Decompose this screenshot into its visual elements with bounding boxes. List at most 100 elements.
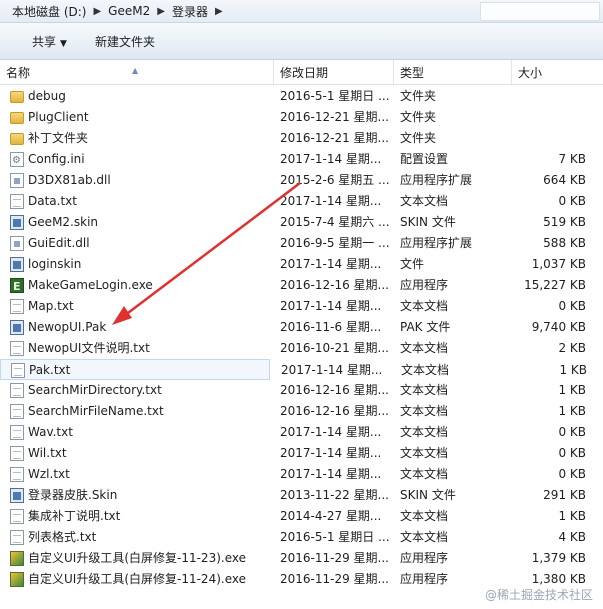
pak-file-icon	[10, 320, 24, 335]
text-file-icon	[10, 509, 24, 524]
file-row[interactable]: PlugClient 2016-12-21 星期... 文件夹	[0, 107, 603, 128]
breadcrumb-login[interactable]: 登录器	[168, 3, 212, 20]
file-name: 集成补丁说明.txt	[28, 509, 121, 523]
file-row[interactable]: NewopUI文件说明.txt 2016-10-21 星期... 文本文档 2 KB	[0, 338, 603, 359]
file-type: 应用程序扩展	[400, 236, 473, 250]
file-row[interactable]: 登录器皮肤.Skin 2013-11-22 星期... SKIN 文件 291 KB	[0, 485, 603, 506]
file-row[interactable]: Wzl.txt 2017-1-14 星期... 文本文档 0 KB	[0, 464, 603, 485]
file-row[interactable]: Pak.txt 2017-1-14 星期... 文本文档 1 KB	[0, 359, 587, 380]
file-date: 2016-12-16 星期...	[280, 404, 389, 418]
file-name: Pak.txt	[29, 363, 71, 377]
file-date: 2017-1-14 星期...	[281, 363, 383, 377]
file-name: MakeGameLogin.exe	[28, 278, 153, 292]
file-type: 文本文档	[400, 194, 449, 208]
file-row[interactable]: Wil.txt 2017-1-14 星期... 文本文档 0 KB	[0, 443, 603, 464]
file-name: 自定义UI升级工具(白屏修复-11-23).exe	[28, 551, 246, 565]
file-row[interactable]: GeeM2.skin 2015-7-4 星期六 ... SKIN 文件 519 KB	[0, 212, 603, 233]
file-row[interactable]: NewopUI.Pak 2016-11-6 星期... PAK 文件 9,740 KB	[0, 317, 603, 338]
file-date: 2016-5-1 星期日 ...	[280, 530, 390, 544]
file-row[interactable]: Data.txt 2017-1-14 星期... 文本文档 0 KB	[0, 191, 603, 212]
file-date: 2016-12-16 星期...	[280, 278, 389, 292]
share-button[interactable]: 共享 ▼	[18, 33, 81, 50]
file-type: 文本文档	[401, 363, 450, 377]
file-type: 文本文档	[400, 509, 449, 523]
file-type: 文件	[400, 257, 425, 271]
file-type: 文件夹	[400, 89, 437, 103]
file-date: 2017-1-14 星期...	[280, 152, 382, 166]
file-row[interactable]: 集成补丁说明.txt 2014-4-27 星期... 文本文档 1 KB	[0, 506, 603, 527]
file-type: 配置设置	[400, 152, 449, 166]
file-name: GeeM2.skin	[28, 215, 99, 229]
file-row[interactable]: MakeGameLogin.exe 2016-12-16 星期... 应用程序 15,…	[0, 275, 603, 297]
file-size: 1 KB	[558, 509, 586, 523]
chevron-down-icon: ▼	[60, 38, 67, 49]
file-row[interactable]: Map.txt 2017-1-14 星期... 文本文档 0 KB	[0, 296, 603, 317]
file-name: Wav.txt	[28, 425, 73, 439]
column-type[interactable]: 类型	[394, 60, 512, 84]
file-name: NewopUI文件说明.txt	[28, 341, 150, 355]
file-date: 2017-1-14 星期...	[280, 299, 382, 313]
file-size: 291 KB	[543, 488, 586, 502]
file-size: 664 KB	[543, 173, 586, 187]
address-bar[interactable]: 本地磁盘 (D:) ▶ GeeM2 ▶ 登录器 ▶	[0, 0, 603, 23]
breadcrumb-separator-icon[interactable]: ▶	[90, 6, 104, 17]
file-size: 1,037 KB	[531, 257, 586, 271]
file-name: Data.txt	[28, 194, 77, 208]
breadcrumb-separator-icon[interactable]: ▶	[154, 6, 168, 17]
settings-file-icon	[10, 150, 24, 171]
column-name[interactable]: 名称 ▲	[0, 60, 274, 84]
file-row[interactable]: debug 2016-5-1 星期日 ... 文件夹	[0, 86, 603, 107]
file-list: debug 2016-5-1 星期日 ... 文件夹 PlugClient 2016-1…	[0, 86, 603, 590]
skin-file-icon	[10, 488, 24, 503]
file-row[interactable]: SearchMirDirectory.txt 2016-12-16 星期... 文本…	[0, 380, 603, 401]
file-date: 2017-1-14 星期...	[280, 194, 382, 208]
breadcrumb-drive[interactable]: 本地磁盘 (D:)	[8, 3, 90, 20]
folder-icon	[10, 133, 24, 145]
text-file-icon	[10, 404, 24, 419]
file-name: D3DX81ab.dll	[28, 173, 111, 187]
file-row[interactable]: 列表格式.txt 2016-5-1 星期日 ... 文本文档 4 KB	[0, 527, 603, 548]
generic-file-icon	[10, 257, 24, 272]
breadcrumb-geem2[interactable]: GeeM2	[104, 4, 154, 18]
breadcrumb-separator-icon[interactable]: ▶	[212, 6, 226, 17]
tool-exe-icon	[10, 572, 24, 587]
file-name: Map.txt	[28, 299, 74, 313]
file-size: 4 KB	[558, 530, 586, 544]
file-row[interactable]: loginskin 2017-1-14 星期... 文件 1,037 KB	[0, 254, 603, 275]
file-type: SKIN 文件	[400, 488, 456, 502]
file-row[interactable]: Wav.txt 2017-1-14 星期... 文本文档 0 KB	[0, 422, 603, 443]
file-name: Wzl.txt	[28, 467, 70, 481]
file-size: 9,740 KB	[531, 320, 586, 334]
file-row[interactable]: GuiEdit.dll 2016-9-5 星期一 ... 应用程序扩展 588 KB	[0, 233, 603, 254]
file-type: 文本文档	[400, 446, 449, 460]
watermark: @稀土掘金技术社区	[484, 588, 593, 602]
file-type: 应用程序扩展	[400, 173, 473, 187]
file-name: SearchMirFileName.txt	[28, 404, 164, 418]
search-box[interactable]	[480, 2, 600, 21]
file-size: 519 KB	[543, 215, 586, 229]
file-row[interactable]: SearchMirFileName.txt 2016-12-16 星期... 文本文…	[0, 401, 603, 422]
file-date: 2017-1-14 星期...	[280, 425, 382, 439]
file-date: 2015-7-4 星期六 ...	[280, 215, 390, 229]
file-date: 2016-12-21 星期...	[280, 131, 389, 145]
sort-up-icon: ▲	[132, 66, 139, 75]
column-size[interactable]: 大小	[512, 60, 603, 84]
text-file-icon	[10, 383, 24, 398]
file-size: 15,227 KB	[524, 278, 586, 292]
file-row[interactable]: Config.ini 2017-1-14 星期... 配置设置 7 KB	[0, 149, 603, 171]
text-file-icon	[10, 341, 24, 356]
file-name: Wil.txt	[28, 446, 67, 460]
file-name: PlugClient	[28, 110, 89, 124]
new-folder-button[interactable]: 新建文件夹	[81, 33, 169, 50]
dll-file-icon	[10, 173, 24, 188]
column-date[interactable]: 修改日期	[274, 60, 394, 84]
text-file-icon	[11, 363, 25, 378]
file-name: 登录器皮肤.Skin	[28, 488, 118, 502]
file-row[interactable]: D3DX81ab.dll 2015-2-6 星期五 ... 应用程序扩展 664 KB	[0, 170, 603, 191]
file-row[interactable]: 自定义UI升级工具(白屏修复-11-23).exe 2016-11-29 星期..…	[0, 548, 603, 569]
file-name: loginskin	[28, 257, 82, 271]
file-row[interactable]: 补丁文件夹 2016-12-21 星期... 文件夹	[0, 128, 603, 149]
dll-file-icon	[10, 236, 24, 251]
file-type: 文本文档	[400, 467, 449, 481]
text-file-icon	[10, 425, 24, 440]
